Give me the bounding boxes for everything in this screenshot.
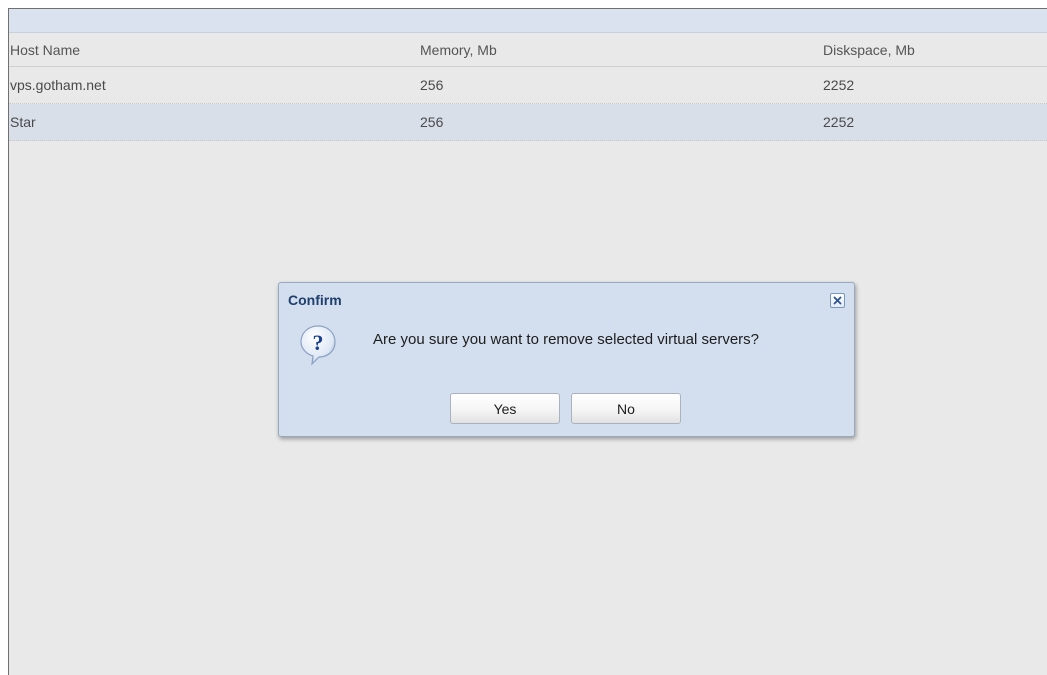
table-header: Host Name Memory, Mb Diskspace, Mb xyxy=(9,33,1047,67)
table-row[interactable]: vps.gotham.net 256 2252 xyxy=(9,67,1047,104)
no-button[interactable]: No xyxy=(571,393,681,424)
dialog-message: Are you sure you want to remove selected… xyxy=(373,331,760,348)
diskspace-cell: 2252 xyxy=(823,114,855,130)
question-icon: ? xyxy=(298,324,338,366)
host-name-cell: vps.gotham.net xyxy=(10,77,106,93)
diskspace-cell: 2252 xyxy=(823,77,855,93)
column-header-memory[interactable]: Memory, Mb xyxy=(419,42,822,58)
table-row-selected[interactable]: Star 256 2252 xyxy=(9,104,1047,141)
confirm-dialog: Confirm ? Are you sure you want to remov… xyxy=(278,282,855,437)
column-header-host-name[interactable]: Host Name xyxy=(9,42,419,58)
toolbar-strip xyxy=(9,9,1047,33)
memory-cell: 256 xyxy=(420,114,444,130)
dialog-title: Confirm xyxy=(288,292,342,308)
host-name-cell: Star xyxy=(10,114,36,130)
yes-button[interactable]: Yes xyxy=(450,393,560,424)
memory-cell: 256 xyxy=(420,77,444,93)
close-icon[interactable] xyxy=(830,293,845,308)
servers-table: Host Name Memory, Mb Diskspace, Mb vps.g… xyxy=(9,33,1047,141)
column-header-diskspace[interactable]: Diskspace, Mb xyxy=(822,42,1047,58)
svg-text:?: ? xyxy=(313,330,324,355)
